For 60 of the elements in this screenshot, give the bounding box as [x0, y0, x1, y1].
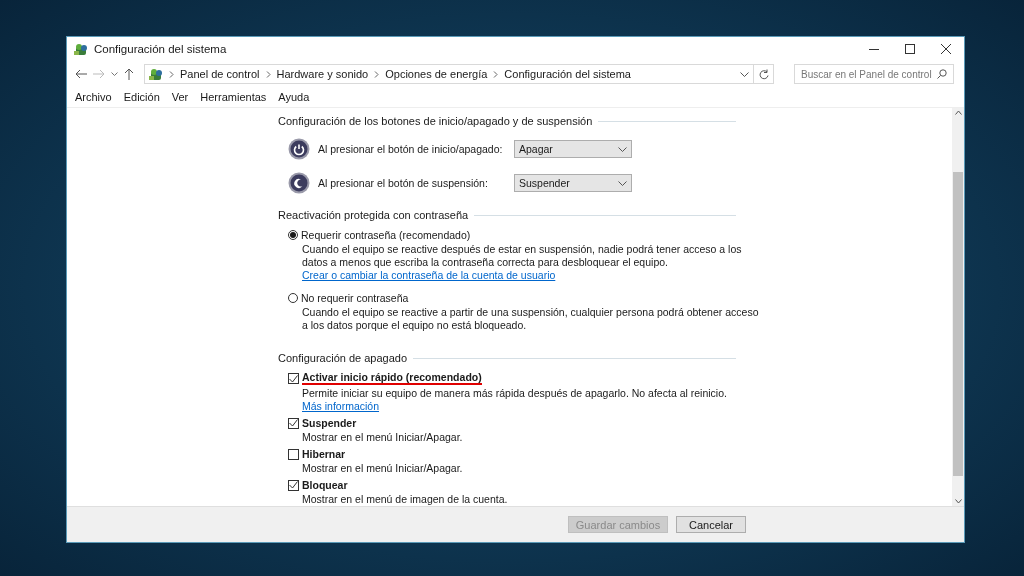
moon-icon: [288, 172, 310, 194]
caret-icon: [740, 71, 749, 77]
option-description: Mostrar en el menú de imagen de la cuenta.: [302, 493, 509, 506]
checkbox[interactable]: [288, 417, 299, 429]
search-field[interactable]: Buscar en el Panel de control: [794, 64, 954, 84]
chevron-icon: [265, 70, 271, 78]
link[interactable]: Más información: [302, 400, 380, 412]
radio-button[interactable]: [288, 230, 298, 240]
address-bar[interactable]: Panel de control Hardware y sonido Opciones de energía Configuración del sistema: [144, 64, 754, 84]
menu-item[interactable]: Ver: [171, 91, 189, 103]
dropdown[interactable]: Suspender: [514, 174, 632, 192]
checkbox[interactable]: [288, 479, 299, 491]
scroll-down-icon[interactable]: [954, 499, 962, 504]
setting-label: Al presionar el botón de suspensión:: [318, 177, 489, 189]
option-label: Bloquear: [302, 479, 348, 491]
chevron-icon: [493, 70, 499, 78]
dropdown[interactable]: Apagar: [514, 140, 632, 158]
breadcrumb[interactable]: Panel de control: [180, 68, 260, 80]
menu-item[interactable]: Edición: [123, 91, 160, 103]
section-heading: Configuración de los botones de inicio/apagado y de suspensión: [278, 115, 593, 127]
refresh-button[interactable]: [754, 64, 774, 84]
option-label: No requerir contraseña: [301, 292, 409, 304]
option-label: Activar inicio rápido (recomendado): [302, 372, 482, 385]
option-label: Requerir contraseña (recomendado): [301, 229, 471, 241]
checkbox[interactable]: [288, 448, 299, 460]
chevron-icon: [169, 70, 174, 78]
option-description: Cuando el equipo se reactive a partir de una suspensión, cualquier persona podrá obtener acceso a los datos porque el equipo no está bloqueado.: [302, 306, 760, 332]
breadcrumb[interactable]: Hardware y sonido: [276, 68, 369, 80]
section-heading: Configuración de apagado: [278, 352, 408, 364]
control-panel-icon: [74, 42, 88, 56]
caret-icon: [618, 146, 627, 152]
maximize-icon: [905, 44, 915, 54]
menu-item[interactable]: Herramientas: [200, 91, 267, 103]
control-panel-icon: [149, 67, 163, 81]
up-button[interactable]: [124, 66, 134, 82]
scrollbar[interactable]: [952, 108, 964, 506]
checkbox[interactable]: [288, 373, 299, 384]
option-description: Mostrar en el menú Iniciar/Apagar.: [302, 431, 464, 444]
option-description: Permite iniciar su equipo de manera más rápida después de apagarlo. No afecta al reinicio. Más información: [302, 387, 728, 413]
close-icon: [941, 44, 951, 54]
search-icon: [937, 69, 947, 79]
caret-icon: [111, 71, 118, 77]
caret-icon: [618, 180, 627, 186]
link[interactable]: Crear o cambiar la contraseña de la cuenta de usuario: [302, 269, 556, 281]
window-title: Configuración del sistema: [94, 43, 228, 55]
menu-item[interactable]: Archivo: [75, 91, 112, 103]
scroll-up-icon[interactable]: [954, 110, 962, 115]
option-description: Cuando el equipo se reactive después de estar en suspensión, nadie podrá tener acceso a los datos a menos que escriba la contraseña correcta para desbloquear el equipo. Crear o cambiar la contraseña de la cuenta de usuario: [302, 243, 743, 282]
option-description: Mostrar en el menú Iniciar/Apagar.: [302, 462, 464, 475]
cancel-button[interactable]: Cancelar: [676, 516, 746, 533]
chevron-icon: [374, 70, 380, 78]
option-label: Hibernar: [302, 448, 346, 460]
menu-item[interactable]: Ayuda: [278, 91, 310, 103]
power-icon: [288, 138, 310, 160]
refresh-icon: [758, 68, 769, 80]
section-heading: Reactivación protegida con contraseña: [278, 209, 469, 221]
option-label: Suspender: [302, 417, 357, 429]
breadcrumb[interactable]: Opciones de energía: [385, 68, 488, 80]
setting-label: Al presionar el botón de inicio/apagado:: [318, 143, 504, 155]
breadcrumb[interactable]: Configuración del sistema: [504, 68, 631, 80]
